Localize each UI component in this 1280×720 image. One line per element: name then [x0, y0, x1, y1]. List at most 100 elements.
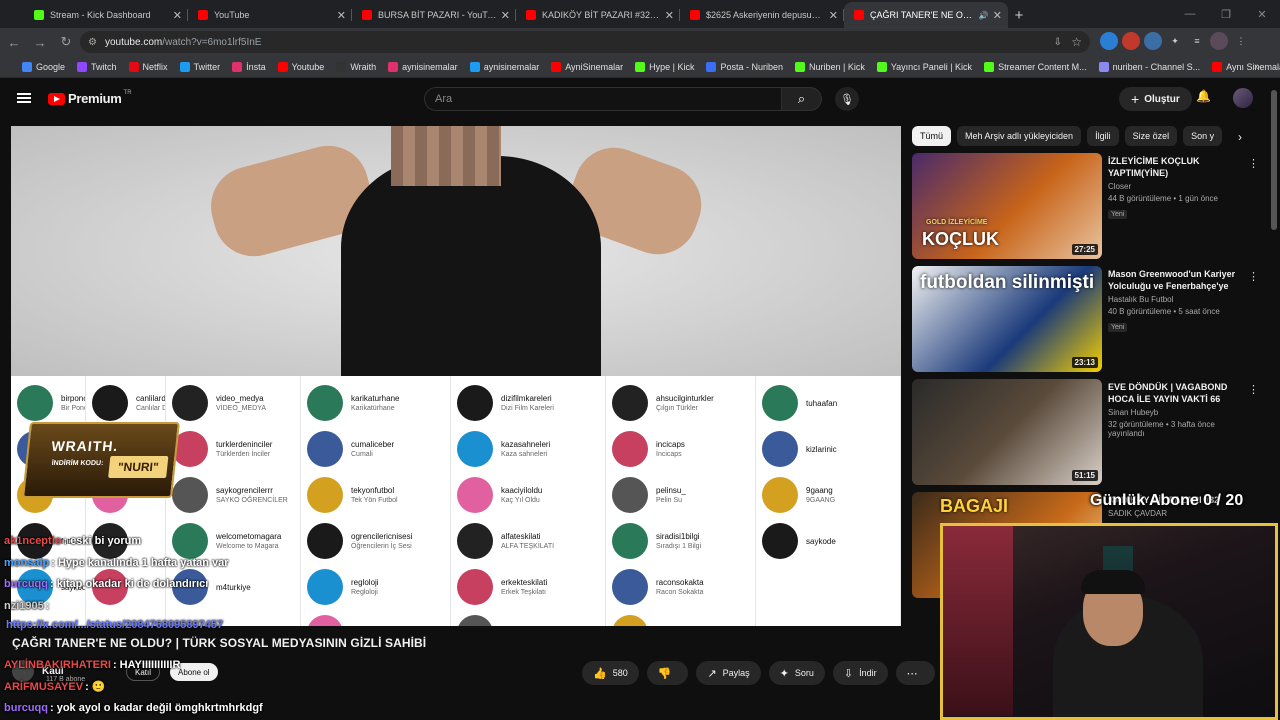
scrollbar[interactable]	[1271, 90, 1277, 230]
recommendation-item[interactable]: futboldan silinmişti 23:13 Mason Greenwood…	[912, 266, 1272, 374]
search-button[interactable]: ⌕	[782, 87, 822, 111]
bookmark-item[interactable]: Twitch	[77, 61, 117, 72]
bookmark-item[interactable]: Aynı Sinemalar - Ça...	[1212, 61, 1280, 72]
profile-icon[interactable]	[1210, 32, 1228, 50]
close-tab-icon[interactable]: ✕	[829, 9, 838, 22]
site-info-icon[interactable]: ⚙	[88, 37, 97, 48]
close-tab-icon[interactable]: ✕	[993, 9, 1002, 22]
dislike-button[interactable]: 👎	[646, 661, 689, 685]
account-entry: erkekteskilati Erkek Teşkilatı	[451, 564, 605, 610]
recommendation-item[interactable]: KOÇLUK GOLD İZLEYİCİME 27:25 İZLEYİCİME KOÇ…	[912, 153, 1272, 261]
browser-tab[interactable]: BURSA BİT PAZARI - YouTube ✕	[352, 2, 516, 28]
bookmark-item[interactable]: Wraith	[336, 61, 376, 72]
bookmark-item[interactable]: aynisinemalar	[469, 61, 539, 72]
close-tab-icon[interactable]: ✕	[173, 9, 182, 22]
extension-icon[interactable]	[1122, 32, 1140, 50]
new-tab-icon[interactable]: +	[1008, 2, 1030, 28]
chip[interactable]: Son y	[1183, 126, 1223, 146]
recommendation-title[interactable]: EVE DÖNDÜK | VAGABOND HOCA İLE YAYIN VAK…	[1108, 381, 1238, 405]
video-player[interactable]: birponcikBir Ponçikargokalemasindafutbol…	[11, 126, 901, 626]
search-input[interactable]: Ara	[424, 87, 782, 111]
notifications-bell-icon[interactable]: 🔔	[1196, 89, 1211, 103]
account-username: futbolteeskilati	[61, 536, 86, 546]
minimize-icon[interactable]: —	[1172, 0, 1208, 28]
shield-icon[interactable]	[1144, 32, 1162, 50]
video-thumbnail[interactable]: KOÇLUK GOLD İZLEYİCİME 27:25	[912, 153, 1102, 259]
browser-tab[interactable]: YouTube ✕	[188, 2, 352, 28]
close-window-icon[interactable]: ✕	[1244, 0, 1280, 28]
recommendation-channel[interactable]: SADIK ÇAVDAR	[1108, 509, 1238, 518]
youtube-logo[interactable]: Premium TR	[48, 90, 132, 106]
recommendation-item[interactable]: 51:15 EVE DÖNDÜK | VAGABOND HOCA İLE YAYI…	[912, 379, 1272, 487]
account-username: regloloji	[351, 577, 379, 587]
bookmark-label: Youtube	[291, 61, 325, 72]
voice-search-button[interactable]: 🎙	[835, 87, 859, 111]
forward-icon[interactable]: →	[28, 30, 52, 54]
bookmark-item[interactable]: Netflix	[128, 61, 168, 72]
more-vert-icon[interactable]: ⋮	[1248, 383, 1259, 396]
chip[interactable]: Meh Arşiv adlı yükleyiciden	[957, 126, 1082, 146]
chevron-right-icon[interactable]: ›	[1238, 130, 1242, 144]
browser-tab[interactable]: $2625 Askeriyenin depusunu al ✕	[680, 2, 844, 28]
account-avatar	[307, 569, 343, 605]
browser-tab[interactable]: KADIKÖY BİT PAZARI #32 - You ✕	[516, 2, 680, 28]
chevron-right-icon[interactable]: »	[1254, 61, 1260, 73]
more-button[interactable]: ⋯	[895, 661, 935, 685]
like-button[interactable]: 👍 580	[582, 661, 639, 685]
close-tab-icon[interactable]: ✕	[337, 9, 346, 22]
back-icon[interactable]: ←	[2, 30, 26, 54]
bookmark-item[interactable]: Hype | Kick	[635, 61, 694, 72]
account-avatar	[457, 569, 493, 605]
menu-icon[interactable]	[17, 93, 31, 103]
bookmark-item[interactable]: Google	[22, 61, 65, 72]
close-tab-icon[interactable]: ✕	[665, 9, 674, 22]
video-thumbnail[interactable]: futboldan silinmişti 23:13	[912, 266, 1102, 372]
join-button[interactable]: Katıl	[126, 663, 161, 681]
account-display-name: VİDEO_MEDYA	[216, 404, 267, 412]
maximize-icon[interactable]: ❐	[1208, 0, 1244, 28]
browser-tab[interactable]: ÇAĞRI TANER'E NE OLDU? 🔊 ✕	[844, 2, 1008, 28]
chip[interactable]: Size özel	[1124, 126, 1178, 146]
account-entry: saykogrencilerrr SAYKO ÖĞRENCİLER	[166, 472, 300, 518]
chip[interactable]: İlgili	[1087, 126, 1119, 146]
subscribe-button[interactable]: Abone ol	[170, 663, 218, 681]
close-tab-icon[interactable]: ✕	[501, 9, 510, 22]
chip[interactable]: Tümü	[912, 126, 952, 146]
avatar[interactable]	[1233, 88, 1253, 108]
bookmark-item[interactable]: aynisinemalar	[388, 61, 458, 72]
speaker-icon[interactable]: 🔊	[979, 11, 989, 20]
video-thumbnail[interactable]: 51:15	[912, 379, 1102, 485]
recommendation-channel[interactable]: Hastalık Bu Futbol	[1108, 295, 1238, 304]
channel-name[interactable]: Kaul	[42, 666, 64, 677]
more-vert-icon[interactable]: ⋮	[1248, 157, 1259, 170]
download-button[interactable]: ⇩ İndir	[832, 661, 888, 685]
bookmark-star-icon[interactable]: ☆	[1071, 35, 1082, 49]
recommendation-channel[interactable]: Closer	[1108, 182, 1238, 191]
menu-icon[interactable]: ⋮	[1232, 32, 1250, 50]
bookmark-item[interactable]: Yayıncı Paneli | Kick	[876, 61, 972, 72]
recommendation-channel[interactable]: Sinan Hubeyb	[1108, 408, 1238, 417]
bookmark-item[interactable]: Twitter	[179, 61, 220, 72]
channel-avatar[interactable]	[12, 660, 34, 682]
bookmark-item[interactable]: Posta - Nuriben	[706, 61, 783, 72]
bookmark-item[interactable]: Streamer Content M...	[984, 61, 1087, 72]
bookmark-item[interactable]: AyniSinemalar	[551, 61, 623, 72]
browser-tab[interactable]: Stream - Kick Dashboard ✕	[24, 2, 188, 28]
media-control-icon[interactable]: ≡	[1188, 32, 1206, 50]
bookmark-item[interactable]: Youtube	[277, 61, 325, 72]
install-icon[interactable]: ⇩	[1054, 37, 1062, 48]
bookmark-item[interactable]: nuriben - Channel S...	[1098, 61, 1200, 72]
puzzle-icon[interactable]: ✦	[1166, 32, 1184, 50]
account-entry: alfateskilati ALFA TEŞKİLATI	[451, 518, 605, 564]
share-button[interactable]: ↗ Paylaş	[696, 661, 761, 685]
reload-icon[interactable]: ↻	[54, 30, 78, 54]
bookmark-item[interactable]: İnsta	[232, 61, 266, 72]
create-button[interactable]: + Oluştur	[1119, 87, 1192, 111]
recommendation-title[interactable]: İZLEYİCİME KOÇLUK YAPTIM(YİNE)	[1108, 155, 1238, 179]
extension-icon[interactable]	[1100, 32, 1118, 50]
ask-button[interactable]: ✦ Soru	[768, 661, 825, 685]
address-bar[interactable]: ⚙ youtube.com/watch?v=6mo1lrf5InE ⇩ ☆	[80, 31, 1090, 53]
more-vert-icon[interactable]: ⋮	[1248, 270, 1259, 283]
recommendation-title[interactable]: Mason Greenwood'un Kariyer Yolculuğu ve …	[1108, 268, 1238, 292]
bookmark-item[interactable]: Nuriben | Kick	[794, 61, 865, 72]
